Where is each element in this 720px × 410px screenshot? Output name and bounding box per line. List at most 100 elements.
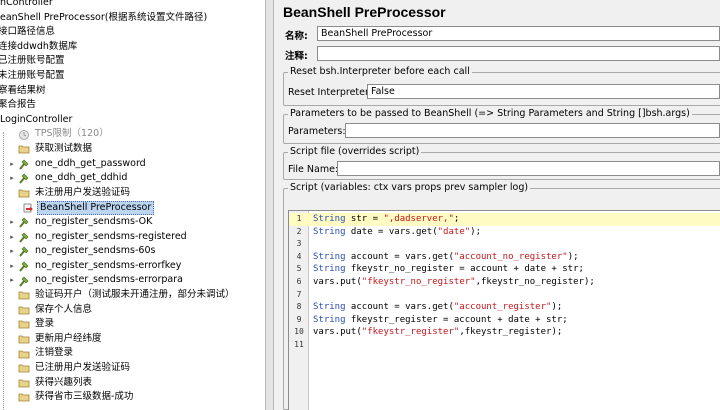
tree-item-label: no_register_sendsms-60s <box>35 245 156 257</box>
expand-toggle-icon[interactable]: ▸ <box>8 230 16 245</box>
script-file-section-title: Script file (overrides script) <box>288 146 422 157</box>
tree-item[interactable]: TPS限制（120） <box>8 127 111 142</box>
tree-item[interactable]: 更新用户经纬度 <box>8 332 104 347</box>
test-plan-tree[interactable]: nController eanShell PreProcessor(根据系统设置文… <box>0 0 266 410</box>
code-keyword: String <box>313 314 346 325</box>
sampler-icon <box>18 216 30 228</box>
code-token: fkeystr_no_register = account + date + s… <box>345 264 584 275</box>
code-line[interactable]: 3 <box>289 238 720 251</box>
tree-item[interactable]: 连接ddwdh数据库 <box>0 40 79 55</box>
code-line[interactable]: 9 String fkeystr_register = account + dat… <box>289 314 720 327</box>
folder-icon <box>18 318 30 330</box>
expand-toggle-icon[interactable]: ▸ <box>8 157 16 172</box>
tree-item[interactable]: ▸ no_register_sendsms-OK <box>8 215 154 230</box>
code-string: ",dadserver," <box>383 214 454 224</box>
tree-item[interactable]: ▸ no_register_sendsms-60s <box>8 244 157 259</box>
tree-item-label: TPS限制（120） <box>35 128 109 140</box>
code-string: "account_register" <box>453 302 552 313</box>
code-line[interactable]: 5 String fkeystr_no_register = account + … <box>289 263 720 276</box>
tree-item[interactable]: 获取测试数据 <box>8 142 94 157</box>
parameters-input[interactable] <box>345 123 720 138</box>
code-text: String fkeystr_no_register = account + d… <box>309 264 584 274</box>
expand-toggle-icon[interactable]: ▸ <box>8 171 16 186</box>
tree-item[interactable]: 未注册账号配置 <box>0 69 67 84</box>
tree-item-label: 接口路径信息 <box>0 26 56 38</box>
file-name-input[interactable] <box>337 161 720 176</box>
folder-icon <box>18 377 30 389</box>
expand-toggle-icon[interactable]: ▸ <box>8 244 16 259</box>
element-editor-panel: BeanShell PreProcessor 名称: BeanShell Pre… <box>275 0 720 410</box>
tree-item-label: 察看结果树 <box>0 84 46 96</box>
code-token: vars.put( <box>313 327 362 338</box>
sampler-icon <box>18 260 30 272</box>
tree-item[interactable]: eanShell PreProcessor(根据系统设置文件路径) <box>0 11 209 26</box>
tree-item[interactable]: 已注册用户发送验证码 <box>8 361 132 376</box>
line-number: 4 <box>296 251 302 261</box>
code-token: account = vars.get( <box>345 251 454 262</box>
tree-item[interactable]: 已注册账号配置 <box>0 54 67 69</box>
tree-item[interactable]: 未注册用户发送验证码 <box>8 186 132 201</box>
name-input[interactable]: BeanShell PreProcessor <box>317 26 720 41</box>
code-token: fkeystr_register = account + date + str; <box>345 314 568 325</box>
tree-item[interactable]: 聚合报告 <box>0 98 38 113</box>
line-number: 10 <box>294 327 304 337</box>
code-line[interactable]: 7 <box>289 289 720 302</box>
expand-toggle-icon[interactable]: ▸ <box>8 259 16 274</box>
tree-item[interactable]: nController <box>0 0 55 11</box>
tree-item[interactable]: ▸ no_register_sendsms-errorfkey <box>8 259 183 274</box>
tree-item[interactable]: ▸ no_register_sendsms-registered <box>8 230 189 245</box>
folder-icon <box>18 333 30 345</box>
folder-icon <box>18 304 30 316</box>
name-label: 名称: <box>285 31 308 42</box>
tree-item[interactable]: LoginController <box>0 113 74 128</box>
code-token: str = <box>345 214 384 224</box>
tree-item[interactable]: 注销登录 <box>8 346 75 361</box>
expand-toggle-icon[interactable]: ▸ <box>8 273 16 288</box>
code-line[interactable]: 11 <box>289 339 720 352</box>
folder-icon <box>18 143 30 155</box>
tree-item[interactable]: 保存个人信息 <box>8 303 94 318</box>
line-number: 6 <box>296 277 302 286</box>
sampler-icon <box>18 231 30 243</box>
tree-item[interactable]: ▸ one_ddh_get_password <box>8 157 148 172</box>
code-line[interactable]: 2 String date = vars.get("date"); <box>289 226 720 239</box>
tree-item-selected[interactable]: BeanShell PreProcessor <box>12 200 155 215</box>
tree-item[interactable]: 获得省市三级数据-成功 <box>8 390 135 405</box>
tree-item[interactable]: 接口路径信息 <box>0 25 57 40</box>
line-number: 2 <box>296 226 302 236</box>
code-keyword: String <box>313 226 346 237</box>
tree-item[interactable]: 察看结果树 <box>0 84 48 99</box>
tree-item[interactable]: 验证码开户（测试服未开通注册，部分未调试） <box>8 288 237 303</box>
code-line[interactable]: 4 String account = vars.get("account_no_r… <box>289 251 720 264</box>
script-editor[interactable]: 1 String str = ",dadserver,"; 2 String date… <box>288 210 720 410</box>
folder-icon <box>18 391 30 403</box>
code-token: vars.put( <box>313 277 362 287</box>
tree-item-label: nController <box>0 0 53 8</box>
code-line[interactable]: 6 vars.put("fkeystr_no_register",fkeystr_… <box>289 276 720 289</box>
line-number: 5 <box>296 264 302 274</box>
code-line[interactable]: 10 vars.put("fkeystr_register",fkeystr_re… <box>289 326 720 339</box>
tree-item[interactable]: 登录 <box>8 317 56 332</box>
code-line[interactable]: 1 String str = ",dadserver,"; <box>289 213 720 226</box>
code-token: ); <box>551 302 563 313</box>
reset-interpreter-select[interactable]: False <box>367 84 720 99</box>
tree-item-label: no_register_sendsms-OK <box>35 216 153 227</box>
code-line[interactable]: 8 String account = vars.get("account_regi… <box>289 301 720 314</box>
line-number: 3 <box>296 239 302 249</box>
tree-item-label: 已注册账号配置 <box>0 55 65 67</box>
code-keyword: String <box>313 302 346 313</box>
code-keyword: String <box>313 214 346 224</box>
sampler-icon <box>18 172 30 185</box>
pane-splitter[interactable] <box>266 0 274 410</box>
tree-item[interactable]: ▸ no_register_sendsms-errorpara <box>8 273 185 288</box>
file-name-label: File Name: <box>288 164 339 175</box>
comment-input[interactable] <box>317 46 720 61</box>
folder-icon <box>18 362 30 374</box>
code-string: "fkeystr_no_register" <box>361 277 476 287</box>
tree-item-label: 未注册用户发送验证码 <box>35 186 131 198</box>
tree-item[interactable]: ▸ one_ddh_get_ddhid <box>8 171 129 186</box>
tree-item[interactable]: 获得兴趣列表 <box>8 376 94 391</box>
expand-toggle-icon[interactable]: ▸ <box>8 215 16 230</box>
